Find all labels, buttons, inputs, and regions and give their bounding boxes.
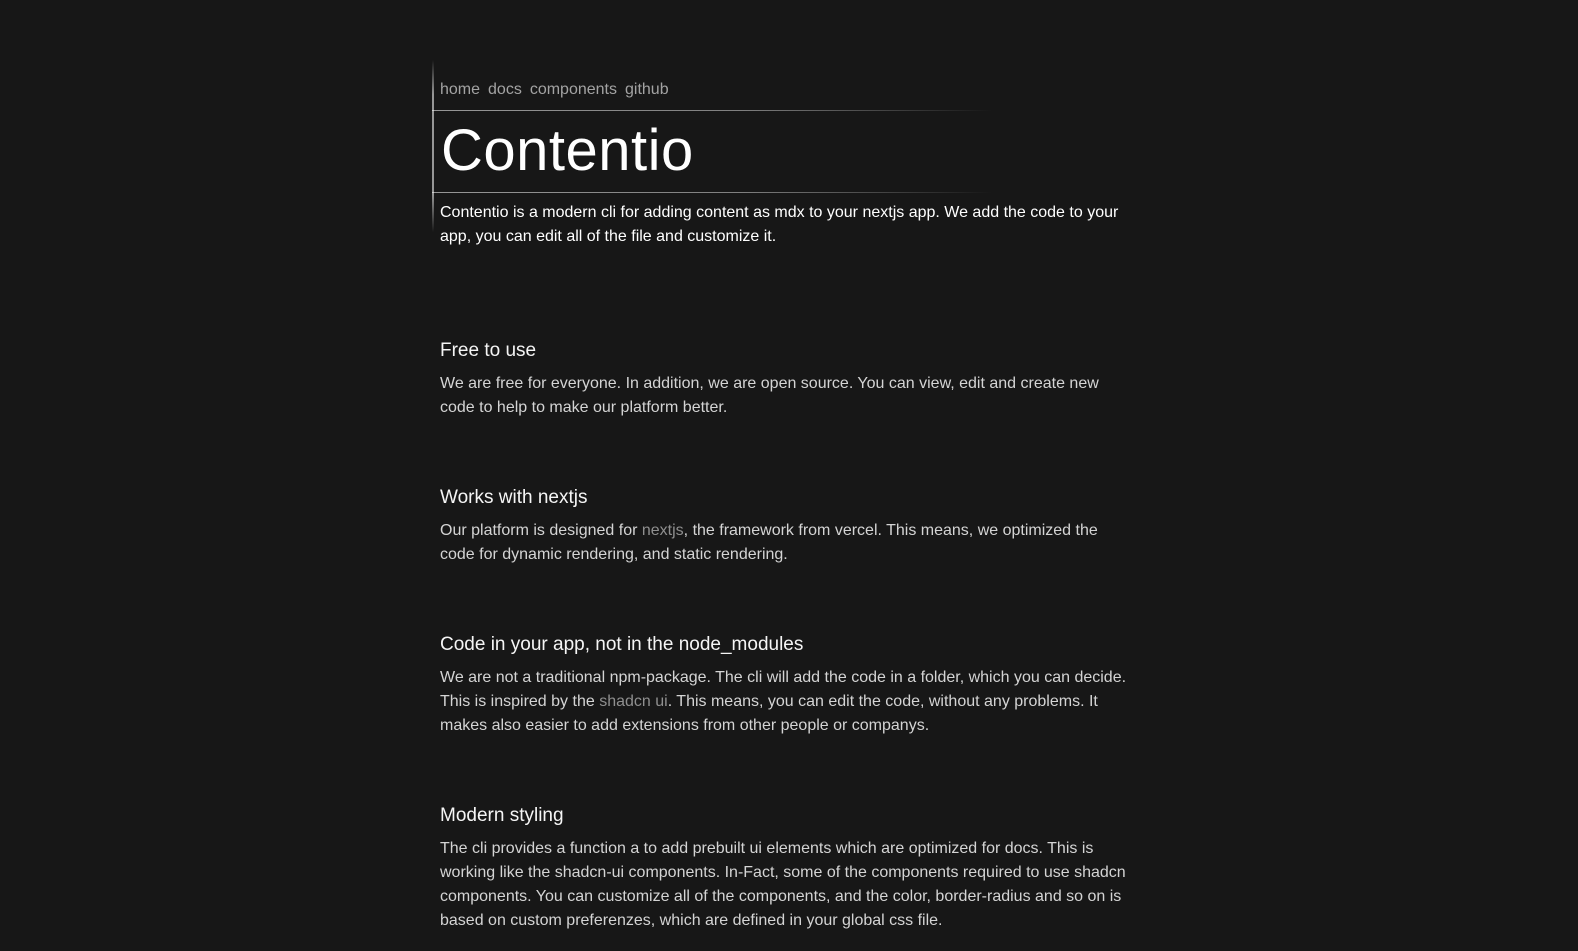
hero-bottom-rule <box>432 192 992 193</box>
section-free-to-use: Free to use We are free for everyone. In… <box>440 338 1140 420</box>
section-text: The cli provides a function a to add pre… <box>440 840 1126 929</box>
section-heading: Modern styling <box>440 805 564 826</box>
hero-top-rule <box>432 110 992 111</box>
section-modern-styling: Modern styling The cli provides a functi… <box>440 803 1140 933</box>
intro-text: Contentio is a modern cli for adding con… <box>440 204 1119 245</box>
section-code-in-your-app: Code in your app, not in the node_module… <box>440 632 1140 738</box>
page-title: Contentio <box>441 118 694 183</box>
top-nav: home docs components github <box>440 80 669 100</box>
nav-components-link[interactable]: components <box>530 80 617 100</box>
shadcn-ui-link[interactable]: shadcn ui <box>599 693 668 710</box>
section-heading: Works with nextjs <box>440 487 588 508</box>
section-works-with-nextjs: Works with nextjs Our platform is design… <box>440 485 1140 567</box>
section-heading: Code in your app, not in the node_module… <box>440 634 804 655</box>
nav-github-link[interactable]: github <box>625 80 669 100</box>
section-text: Our platform is designed for nextjs, the… <box>440 519 1130 567</box>
hero-vertical-rule <box>432 60 434 232</box>
section-text: We are not a traditional npm-package. Th… <box>440 666 1130 738</box>
nav-docs-link[interactable]: docs <box>488 80 522 100</box>
section-heading: Free to use <box>440 340 537 361</box>
nextjs-link[interactable]: nextjs <box>642 522 684 539</box>
section-text-before: Our platform is designed for <box>440 522 642 539</box>
section-text: We are free for everyone. In addition, w… <box>440 375 1099 416</box>
nav-home-link[interactable]: home <box>440 80 480 100</box>
